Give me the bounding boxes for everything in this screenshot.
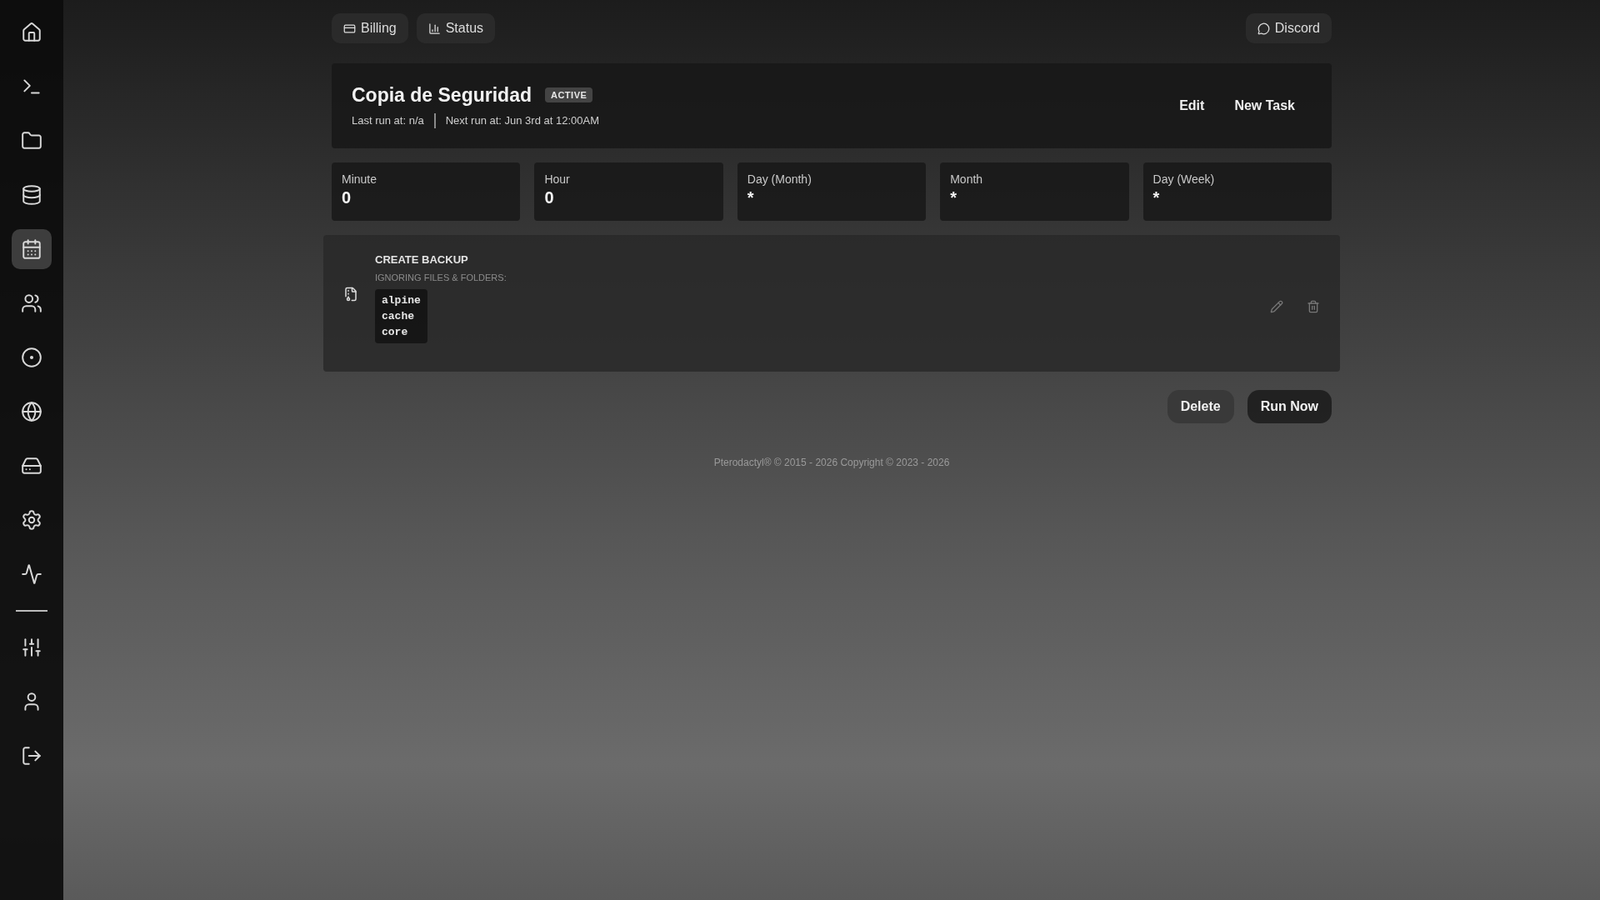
sidebar-item[interactable] <box>11 12 52 53</box>
cron-value: * <box>950 188 1119 208</box>
cron-box: Day (Month) * <box>737 162 926 221</box>
cron-box: Minute 0 <box>331 162 520 221</box>
ignored-files: alpine cache core <box>375 289 428 344</box>
nav-group: BillingStatus <box>331 13 495 44</box>
user-icon <box>20 690 43 713</box>
gear-icon <box>20 509 43 531</box>
cron-value: * <box>1153 188 1322 208</box>
nav-button[interactable]: Billing <box>331 13 409 44</box>
header-buttons: Edit New Task <box>1174 91 1312 120</box>
schedule-meta: Last run at: n/a Next run at: Jun 3rd at … <box>351 113 600 129</box>
terminal-icon <box>20 75 43 98</box>
sidebar-item[interactable] <box>11 681 52 722</box>
sidebar-item[interactable] <box>11 445 52 486</box>
file-icon <box>343 286 359 302</box>
status-badge: ACTIVE <box>545 87 593 103</box>
cron-label: Day (Week) <box>1153 172 1322 186</box>
title-row: Copia de Seguridad ACTIVE <box>351 84 600 107</box>
task-card: CREATE BACKUP IGNORING FILES & FOLDERS: al… <box>323 235 1340 372</box>
cron-value: 0 <box>341 188 510 208</box>
disc-icon <box>20 346 43 369</box>
footer: Pterodactyl® © 2015 - 2026 Copyright © 2… <box>331 456 1332 469</box>
task-tools <box>1270 253 1320 316</box>
file-name: alpine <box>381 294 421 307</box>
sidebar-item[interactable] <box>11 120 52 161</box>
main: BillingStatus Discord Copia de Seguridad AC… <box>63 0 1600 900</box>
database-icon <box>20 184 43 206</box>
file-name: cache <box>381 310 421 323</box>
sidebar-item[interactable] <box>11 500 52 540</box>
sliders-icon <box>20 636 43 659</box>
sidebar-item[interactable] <box>11 391 52 432</box>
cron-value: * <box>747 188 916 208</box>
action-button[interactable]: Delete <box>1167 390 1235 424</box>
sidebar <box>0 0 64 900</box>
sidebar-item[interactable] <box>11 175 52 215</box>
edit-task-button[interactable] <box>1270 300 1284 316</box>
sidebar-item[interactable] <box>11 229 52 270</box>
activity-icon <box>20 563 43 585</box>
last-run: Last run at: n/a <box>351 114 425 127</box>
header-button[interactable]: New Task <box>1229 91 1300 120</box>
cron-label: Minute <box>341 172 510 186</box>
folder-icon <box>20 130 43 152</box>
meta-separator <box>434 113 436 129</box>
logout-icon <box>20 745 43 767</box>
calendar-icon <box>20 238 43 260</box>
sidebar-item[interactable] <box>11 66 52 107</box>
content: BillingStatus Discord Copia de Seguridad AC… <box>331 0 1332 469</box>
action-row: Delete Run Now <box>331 390 1332 424</box>
sidebar-item[interactable] <box>11 554 52 595</box>
cron-box: Day (Week) * <box>1143 162 1332 221</box>
status-icon <box>428 22 441 35</box>
nav-button[interactable]: Status <box>416 13 495 44</box>
sidebar-item[interactable] <box>11 627 52 668</box>
cron-box: Hour 0 <box>534 162 723 221</box>
cron-grid: Minute0Hour0Day (Month)*Month*Day (Week)… <box>331 162 1332 221</box>
discord-button[interactable]: Discord <box>1245 13 1332 44</box>
drive-icon <box>20 455 43 477</box>
sidebar-item[interactable] <box>11 337 52 378</box>
home-icon <box>20 21 43 44</box>
sidebar-item[interactable] <box>11 283 52 324</box>
globe-icon <box>20 400 43 423</box>
cron-label: Hour <box>544 172 713 186</box>
file-name: core <box>381 325 421 339</box>
sidebar-divider <box>15 610 48 612</box>
pencil-icon <box>1270 300 1284 314</box>
action-button[interactable]: Run Now <box>1247 390 1332 424</box>
task-body: CREATE BACKUP IGNORING FILES & FOLDERS: al… <box>375 253 1254 344</box>
next-run: Next run at: Jun 3rd at 12:00AM <box>445 114 600 127</box>
app-shell: BillingStatus Discord Copia de Seguridad AC… <box>0 0 1600 900</box>
header-button[interactable]: Edit <box>1174 91 1210 120</box>
cron-label: Month <box>950 172 1119 186</box>
discord-icon <box>1257 22 1270 35</box>
cron-label: Day (Month) <box>747 172 916 186</box>
task-icon-wrap <box>343 253 359 305</box>
top-nav: BillingStatus Discord <box>331 0 1332 44</box>
cron-value: 0 <box>544 188 713 208</box>
users-icon <box>20 292 43 315</box>
delete-task-button[interactable] <box>1306 300 1320 316</box>
cron-box: Month * <box>940 162 1129 221</box>
task-subtitle: IGNORING FILES & FOLDERS: <box>375 272 1254 283</box>
schedule-title: Copia de Seguridad <box>351 84 532 107</box>
sidebar-item[interactable] <box>11 735 52 776</box>
trash-icon <box>1306 300 1320 314</box>
task-title: CREATE BACKUP <box>375 253 1254 266</box>
billing-icon <box>343 22 356 35</box>
schedule-header: Copia de Seguridad ACTIVE Last run at: n/a… <box>331 63 1332 149</box>
